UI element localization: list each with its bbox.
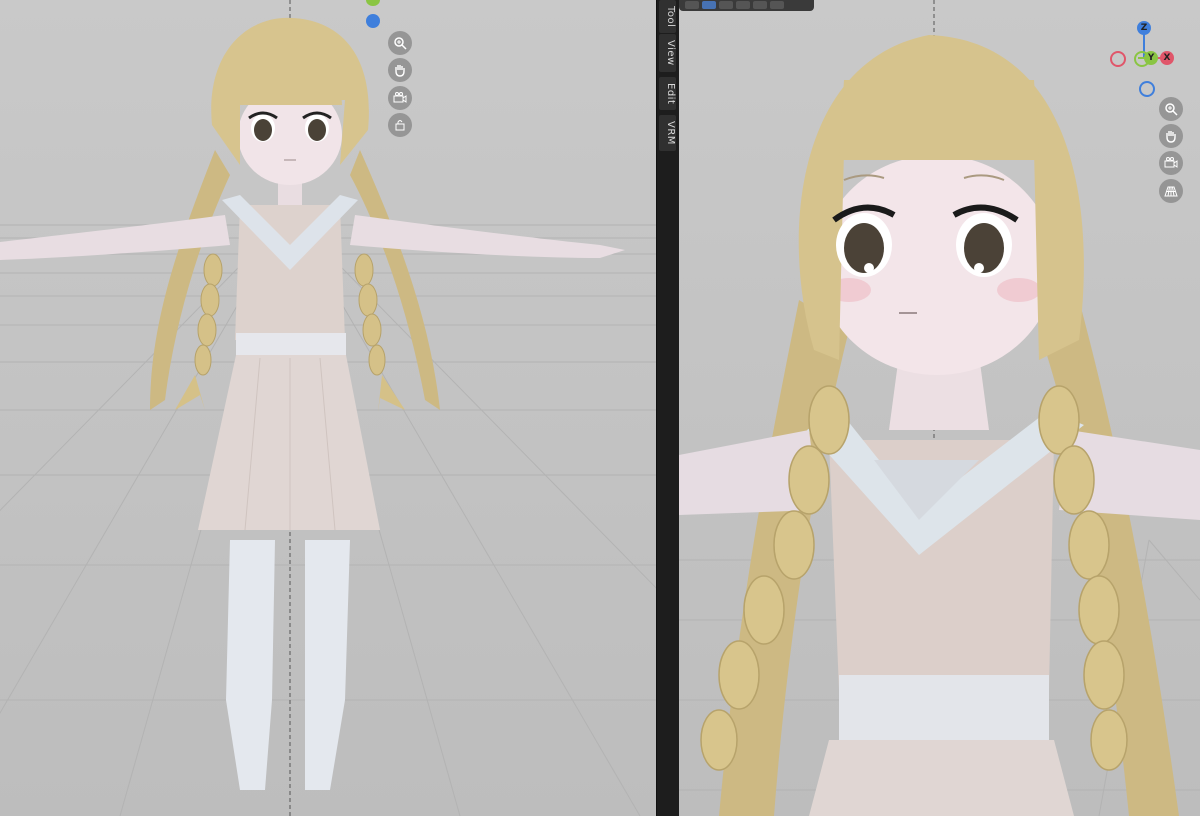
camera-icon[interactable] bbox=[1159, 151, 1183, 175]
neg-x-axis-gizmo[interactable] bbox=[1110, 51, 1126, 67]
zoom-in-icon[interactable] bbox=[388, 31, 412, 55]
select-tool-button[interactable] bbox=[685, 1, 699, 9]
select-box-button[interactable] bbox=[702, 1, 716, 9]
character-model-left[interactable] bbox=[0, 0, 656, 816]
header-toolbar bbox=[679, 0, 814, 11]
mode-extend-button[interactable] bbox=[719, 1, 733, 9]
camera-icon[interactable] bbox=[388, 86, 412, 110]
z-axis-gizmo-dot[interactable] bbox=[366, 14, 380, 28]
mode-invert-button[interactable] bbox=[753, 1, 767, 9]
hand-pan-icon[interactable] bbox=[388, 58, 412, 82]
tab-vrm[interactable]: VRM bbox=[659, 115, 676, 151]
grid-icon[interactable] bbox=[1159, 179, 1183, 203]
hand-pan-icon[interactable] bbox=[1159, 124, 1183, 148]
neg-y-axis-gizmo[interactable] bbox=[1134, 51, 1150, 67]
mode-subtract-button[interactable] bbox=[736, 1, 750, 9]
lock-icon[interactable] bbox=[388, 113, 412, 137]
character-model-right[interactable] bbox=[679, 0, 1200, 816]
zoom-in-icon[interactable] bbox=[1159, 97, 1183, 121]
x-axis-gizmo[interactable]: X bbox=[1160, 51, 1174, 65]
viewport-left[interactable] bbox=[0, 0, 656, 816]
tab-view[interactable]: View bbox=[659, 34, 676, 72]
viewport-right[interactable]: Z X Y bbox=[679, 0, 1200, 816]
mode-intersect-button[interactable] bbox=[770, 1, 784, 9]
z-axis-gizmo[interactable]: Z bbox=[1137, 21, 1151, 35]
tab-edit[interactable]: Edit bbox=[659, 77, 676, 111]
tab-tool[interactable]: Tool bbox=[659, 0, 676, 34]
neg-z-axis-gizmo[interactable] bbox=[1139, 81, 1155, 97]
sidebar-tabs-strip: Tool View Edit VRM bbox=[656, 0, 681, 816]
